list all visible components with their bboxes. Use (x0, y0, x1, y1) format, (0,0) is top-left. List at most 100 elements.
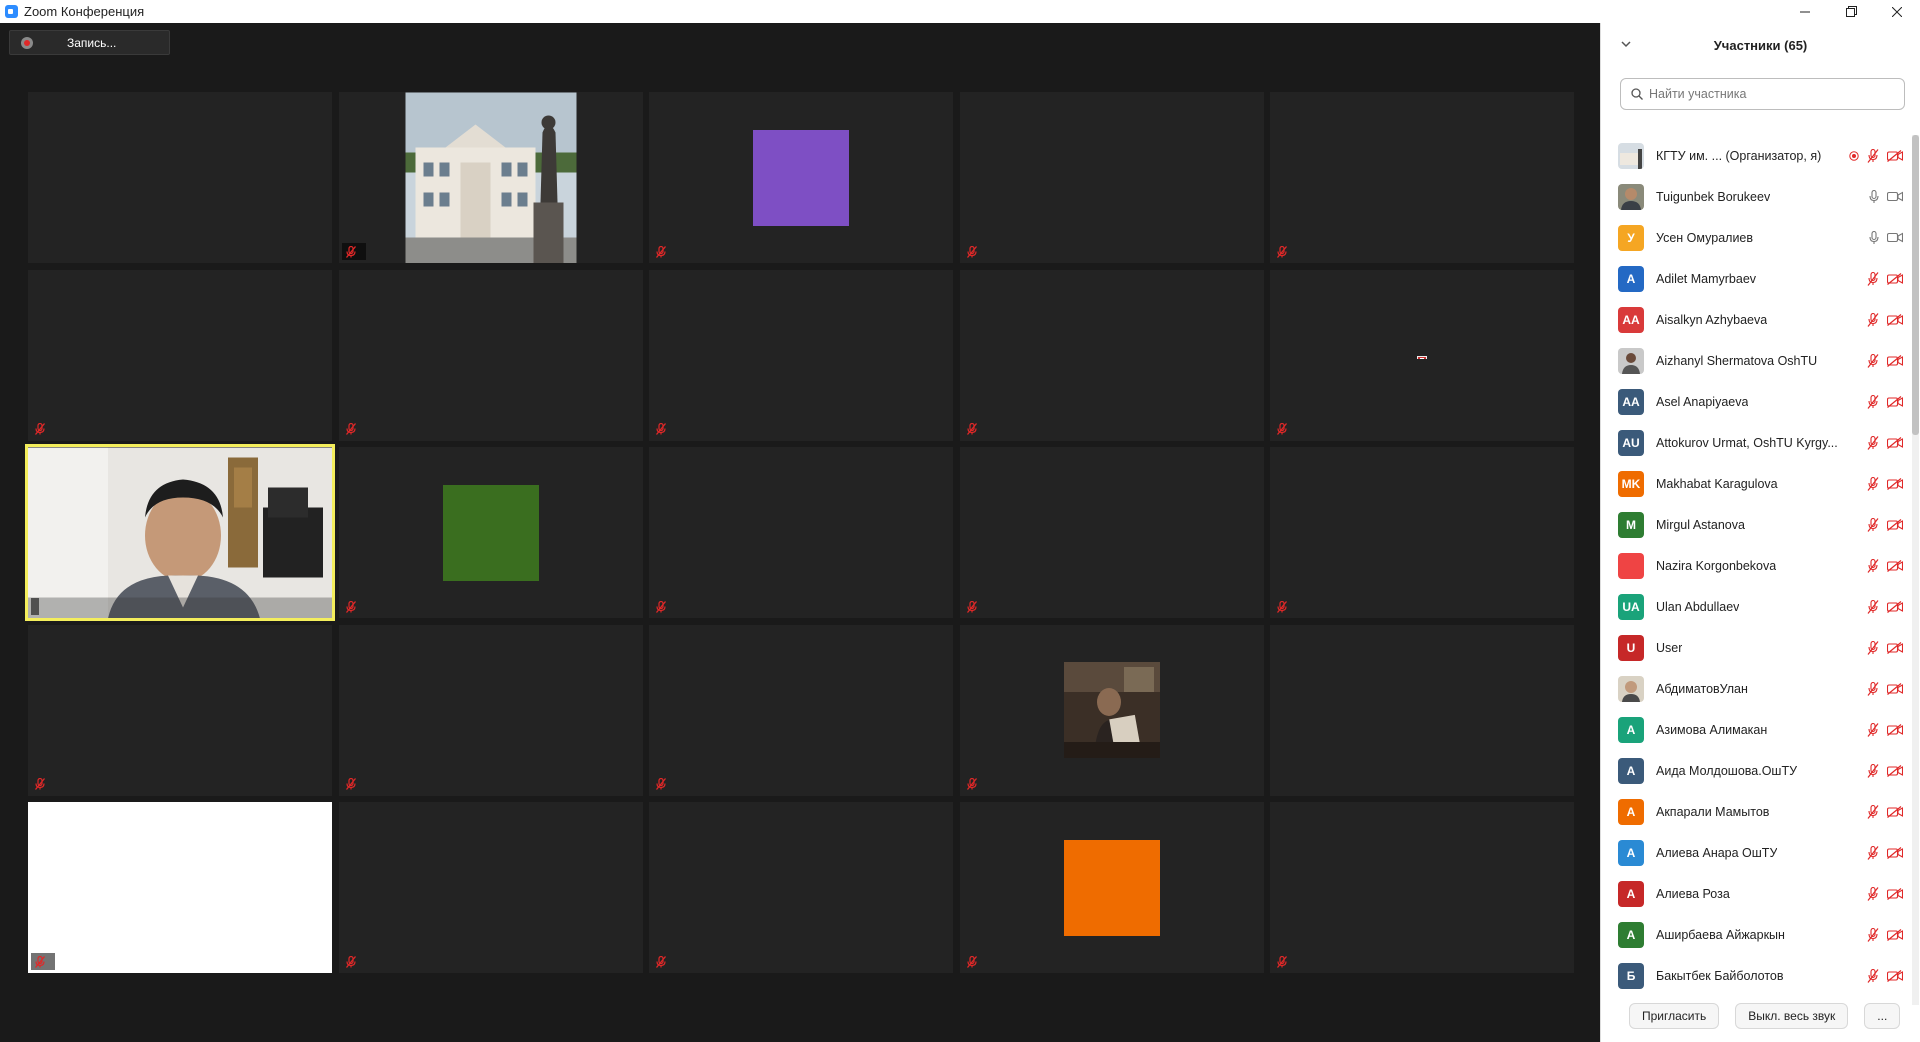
video-tile[interactable] (1270, 269, 1574, 441)
participant-row[interactable]: КГТУ им. ... (Организатор, я) (1601, 135, 1907, 176)
camera-off-icon (1887, 641, 1903, 654)
record-icon (21, 36, 33, 49)
video-tile[interactable] (338, 269, 643, 441)
tile-avatar (753, 129, 849, 226)
video-tile[interactable] (28, 802, 332, 973)
video-tile[interactable] (959, 802, 1264, 973)
muted-mic-icon (966, 600, 977, 613)
participant-search[interactable] (1620, 78, 1905, 110)
participant-row[interactable]: АбдиматовУлан (1601, 668, 1907, 709)
video-tile[interactable] (1270, 447, 1574, 618)
participant-row[interactable]: A Аширбаева Айжаркын (1601, 914, 1907, 955)
camera-off-icon (1887, 682, 1903, 695)
video-tile[interactable] (28, 624, 332, 796)
participant-row[interactable]: U User (1601, 627, 1907, 668)
participant-row[interactable]: A Алиева Роза (1601, 873, 1907, 914)
camera-off-icon (1887, 395, 1903, 408)
muted-mic-icon (1867, 353, 1879, 368)
participant-name: Аида Молдошова.ОшТУ (1656, 763, 1798, 778)
participant-row[interactable]: M Mirgul Astanova (1601, 504, 1907, 545)
minimize-icon (1800, 11, 1810, 12)
participant-row[interactable]: A Алиева Анара ОшТУ (1601, 832, 1907, 873)
participants-footer: Пригласить Выкл. весь звук ... (1601, 990, 1920, 1042)
video-tile[interactable] (25, 444, 335, 621)
video-tile[interactable] (28, 92, 332, 263)
video-tile[interactable] (338, 92, 643, 263)
muted-mic-icon (35, 955, 45, 968)
participant-avatar: UA (1618, 593, 1644, 620)
tile-avatar (1063, 839, 1160, 936)
participant-name: Аширбаева Айжаркын (1656, 927, 1785, 942)
participant-row[interactable]: A Adilet Mamyrbaev (1601, 258, 1907, 299)
participant-status-icons (1867, 668, 1903, 709)
participant-row[interactable]: UA Ulan Abdullaev (1601, 586, 1907, 627)
participant-status-icons (1867, 545, 1903, 586)
participant-row[interactable]: Tuigunbek Borukeev (1601, 176, 1907, 217)
participant-row[interactable]: AU Attokurov Urmat, OshTU Kyrgy... (1601, 422, 1907, 463)
muted-mic-icon (1277, 955, 1287, 968)
participant-row[interactable]: A Акпарали Мамытов (1601, 791, 1907, 832)
video-tile[interactable] (28, 269, 332, 441)
minimize-button[interactable] (1782, 0, 1828, 23)
video-tile[interactable] (959, 92, 1264, 263)
video-tile[interactable] (649, 624, 953, 796)
participants-header: Участники (65) (1601, 23, 1920, 68)
restore-button[interactable] (1828, 0, 1874, 23)
participant-row[interactable]: AA Aisalkyn Azhybaeva (1601, 299, 1907, 340)
video-tile[interactable] (1270, 802, 1574, 973)
participant-row[interactable]: У Усен Омуралиев (1601, 217, 1907, 258)
video-tile[interactable] (649, 447, 953, 618)
recording-indicator[interactable]: Запись... (9, 30, 170, 55)
window-controls (1782, 0, 1920, 23)
invite-button[interactable]: Пригласить (1629, 1003, 1720, 1029)
tile-avatar (442, 484, 539, 581)
participant-avatar: У (1618, 224, 1644, 251)
video-tile[interactable] (1270, 92, 1574, 263)
muted-mic-icon (966, 245, 977, 258)
more-button[interactable]: ... (1864, 1003, 1901, 1029)
participant-status-icons (1867, 340, 1903, 381)
video-tile[interactable] (338, 802, 643, 973)
video-tile[interactable] (649, 802, 953, 973)
participant-status-icons (1867, 504, 1903, 545)
tile-name-label (1273, 243, 1297, 260)
video-tile[interactable] (959, 269, 1264, 441)
participant-row[interactable]: Aizhanyl Shermatova OshTU (1601, 340, 1907, 381)
participant-row[interactable]: A Азимова Алимакан (1601, 709, 1907, 750)
video-tile[interactable] (338, 624, 643, 796)
camera-off-icon (1887, 272, 1903, 285)
participant-avatar: Б (1618, 962, 1644, 989)
participant-row[interactable]: A Аида Молдошова.ОшТУ (1601, 750, 1907, 791)
muted-mic-icon (1867, 845, 1879, 860)
participant-name: Алиева Анара ОшТУ (1656, 845, 1778, 860)
restore-icon (1845, 6, 1857, 17)
mute-all-button[interactable]: Выкл. весь звук (1735, 1003, 1849, 1029)
video-tile[interactable] (1270, 624, 1574, 796)
video-tile[interactable] (649, 269, 953, 441)
muted-mic-icon (345, 955, 356, 968)
muted-mic-icon (656, 955, 666, 968)
participant-row[interactable]: MK Makhabat Karagulova (1601, 463, 1907, 504)
tile-name-label (1273, 421, 1297, 438)
search-input[interactable] (1649, 87, 1889, 101)
tile-name-label (31, 598, 39, 615)
muted-mic-icon (345, 245, 356, 258)
camera-off-icon (1887, 559, 1903, 572)
video-tile[interactable] (959, 624, 1264, 796)
chevron-down-icon[interactable] (1621, 37, 1631, 51)
muted-mic-icon (966, 955, 977, 968)
participant-row[interactable]: Nazira Korgonbekova (1601, 545, 1907, 586)
muted-mic-icon (1867, 968, 1879, 983)
video-tile[interactable] (649, 92, 953, 263)
participant-row[interactable]: AA Asel Anapiyaeva (1601, 381, 1907, 422)
tile-name-label (652, 953, 676, 970)
muted-mic-icon (656, 423, 666, 435)
tile-name-label (652, 598, 676, 615)
video-tile[interactable] (959, 447, 1264, 618)
close-button[interactable] (1874, 0, 1920, 23)
participant-list-scrollbar[interactable] (1912, 135, 1919, 1005)
video-tile[interactable] (338, 447, 643, 618)
tile-name-label (342, 421, 366, 438)
video-gallery: Запись... (0, 23, 1600, 1042)
scroll-thumb[interactable] (1912, 135, 1919, 435)
